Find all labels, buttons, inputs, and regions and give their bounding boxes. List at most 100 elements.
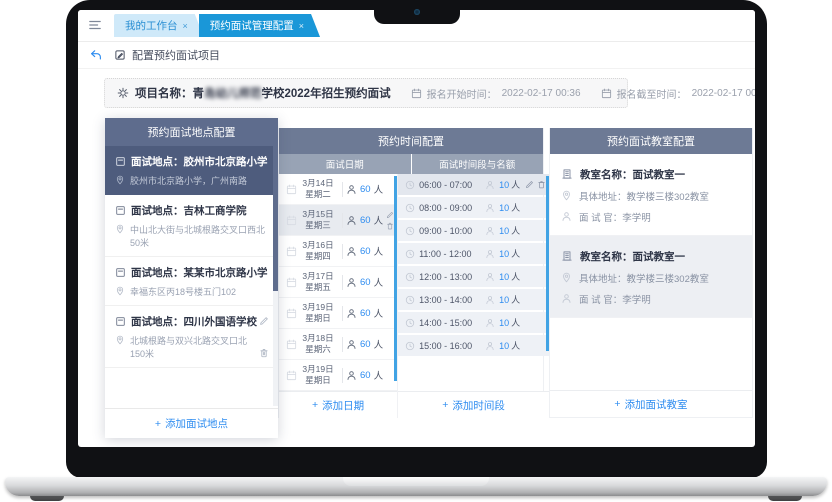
redacted-text: 岛幼儿师范 xyxy=(204,88,262,100)
slot-time: 08:00 - 09:00 xyxy=(419,203,481,213)
date-row[interactable]: 3月19日 星期日 60 人 xyxy=(279,298,397,329)
scrollbar-thumb[interactable] xyxy=(394,176,397,381)
delete-icon[interactable] xyxy=(386,222,394,230)
map-pin-icon xyxy=(115,224,125,234)
person-icon xyxy=(346,215,357,226)
time-slot-row[interactable]: 14:00 - 15:00 10 人 xyxy=(398,312,549,333)
add-classroom-button[interactable]: + 添加面试教室 xyxy=(550,390,752,417)
slot-time: 12:00 - 13:00 xyxy=(419,272,481,282)
back-button[interactable] xyxy=(78,48,114,62)
time-slot-row[interactable]: 09:00 - 10:00 10 人 xyxy=(398,220,549,241)
date-row[interactable]: 3月19日 星期日 60 人 xyxy=(279,360,397,391)
person-icon xyxy=(346,246,357,257)
clock-icon xyxy=(405,180,415,190)
locations-panel: 预约面试地点配置 面试地点：胶州市北京路小学 xyxy=(105,118,278,438)
add-location-button[interactable]: + 添加面试地点 xyxy=(105,408,278,438)
classroom-name: 面试教室一 xyxy=(633,251,686,263)
tab-my-workspace[interactable]: 我的工作台 × xyxy=(114,14,204,37)
weekday-value: 星期二 xyxy=(297,189,339,200)
weekday-value: 星期六 xyxy=(297,344,339,355)
project-info-bar: 项目名称：青岛幼儿师范学校2022年招生预约面试 报名开始时间：2022-02-… xyxy=(104,78,628,108)
scrollbar-thumb[interactable] xyxy=(273,146,278,291)
location-item[interactable]: 面试地点：四川外国语学校 北城根路与双兴北路交叉口北150米 xyxy=(105,306,278,368)
add-slot-button[interactable]: + 添加时间段 xyxy=(398,391,549,418)
time-slot-row[interactable]: 11:00 - 12:00 10 人 xyxy=(398,243,549,264)
time-slot-row[interactable]: 06:00 - 07:00 10 人 xyxy=(398,174,549,195)
location-title: 面试地点：某某市北京路小学 xyxy=(131,265,268,280)
date-row[interactable]: 3月15日 星期三 60 人 xyxy=(279,205,397,236)
classroom-card[interactable]: 教室名称：面试教室一 具体地址：教学楼三楼302教室 面 试 官：李学明 xyxy=(550,154,752,236)
date-row[interactable]: 3月17日 星期五 60 人 xyxy=(279,267,397,298)
delete-icon[interactable] xyxy=(537,180,546,189)
person-icon xyxy=(485,295,495,305)
date-value: 3月18日 xyxy=(297,333,339,344)
close-icon[interactable]: × xyxy=(299,21,304,31)
time-slot-row[interactable]: 12:00 - 13:00 10 人 xyxy=(398,266,549,287)
menu-icon[interactable] xyxy=(88,17,102,35)
tab-interview-config[interactable]: 预约面试管理配置 × xyxy=(199,14,320,37)
date-row[interactable]: 3月14日 星期二 60 人 xyxy=(279,174,397,205)
quota-unit: 人 xyxy=(511,247,520,260)
time-slot-row[interactable]: 08:00 - 09:00 10 人 xyxy=(398,197,549,218)
slot-quota: 10 xyxy=(499,249,509,259)
date-value: 3月19日 xyxy=(297,302,339,313)
location-item[interactable]: 面试地点：某某市北京路小学 幸福东区丙18号楼五门102 xyxy=(105,257,278,306)
clock-icon xyxy=(405,272,415,282)
plus-icon: + xyxy=(614,398,620,410)
delete-icon[interactable] xyxy=(259,348,269,358)
quota-unit: 人 xyxy=(374,368,384,382)
quota-unit: 人 xyxy=(511,339,520,352)
time-config-title: 预约时间配置 xyxy=(279,128,543,154)
slots-list: 06:00 - 07:00 10 人 xyxy=(398,174,549,358)
calendar-icon xyxy=(286,308,297,319)
building-icon xyxy=(561,168,573,180)
plus-icon: + xyxy=(155,418,161,430)
person-icon xyxy=(485,180,495,190)
map-pin-icon xyxy=(115,175,125,185)
weekday-value: 星期五 xyxy=(297,282,339,293)
close-icon[interactable]: × xyxy=(183,21,188,31)
slots-column: 06:00 - 07:00 10 人 xyxy=(397,174,549,418)
time-slot-row[interactable]: 13:00 - 14:00 10 人 xyxy=(398,289,549,310)
interviewer-name: 李学明 xyxy=(622,213,651,224)
edit-square-icon xyxy=(114,49,126,61)
quota-unit: 人 xyxy=(374,244,384,258)
slot-quota: 10 xyxy=(499,272,509,282)
calendar-icon xyxy=(286,370,297,381)
toolbar: 配置预约面试项目 xyxy=(78,42,755,69)
plus-icon: + xyxy=(312,399,318,411)
classrooms-list: 教室名称：面试教室一 具体地址：教学楼三楼302教室 面 试 官：李学明 xyxy=(550,154,752,318)
location-address: 北城根路与双兴北路交叉口北150米 xyxy=(130,334,259,360)
weekday-value: 星期日 xyxy=(297,375,339,386)
classroom-address-label: 具体地址： xyxy=(579,274,627,285)
gear-icon xyxy=(117,87,129,99)
classroom-address: 教学楼三楼302教室 xyxy=(627,274,709,285)
tab-label: 我的工作台 xyxy=(125,18,178,33)
date-value: 3月15日 xyxy=(297,209,339,220)
date-row[interactable]: 3月18日 星期六 60 人 xyxy=(279,329,397,360)
location-title: 面试地点：胶州市北京路小学 xyxy=(131,154,268,169)
map-pin-icon xyxy=(115,335,125,345)
edit-icon[interactable] xyxy=(259,316,269,326)
date-row[interactable]: 3月16日 星期四 60 人 xyxy=(279,236,397,267)
scrollbar-thumb[interactable] xyxy=(546,176,549,351)
calendar-icon xyxy=(601,88,612,99)
classroom-card[interactable]: 教室名称：面试教室一 具体地址：教学楼三楼302教室 面 试 官：李学明 xyxy=(550,236,752,318)
date-value: 3月17日 xyxy=(297,271,339,282)
edit-icon[interactable] xyxy=(386,211,394,219)
quota-unit: 人 xyxy=(511,201,520,214)
slot-quota: 10 xyxy=(499,180,509,190)
calendar-icon xyxy=(286,215,297,226)
calendar-icon xyxy=(286,277,297,288)
form-icon xyxy=(115,316,126,327)
add-date-button[interactable]: + 添加日期 xyxy=(279,391,397,418)
location-item[interactable]: 面试地点：吉林工商学院 中山北大街与北城根路交叉口西北50米 xyxy=(105,195,278,257)
quota-unit: 人 xyxy=(511,316,520,329)
edit-icon[interactable] xyxy=(525,180,534,189)
person-icon xyxy=(485,341,495,351)
time-slot-row[interactable]: 15:00 - 16:00 10 人 xyxy=(398,335,549,356)
screen: 我的工作台 × 预约面试管理配置 × 配置预约面试项目 xyxy=(78,10,755,447)
classroom-address-label: 具体地址： xyxy=(579,192,627,203)
location-title: 面试地点：四川外国语学校 xyxy=(131,314,257,329)
location-item[interactable]: 面试地点：胶州市北京路小学 胶州市北京路小学，广州南路 xyxy=(105,146,278,195)
